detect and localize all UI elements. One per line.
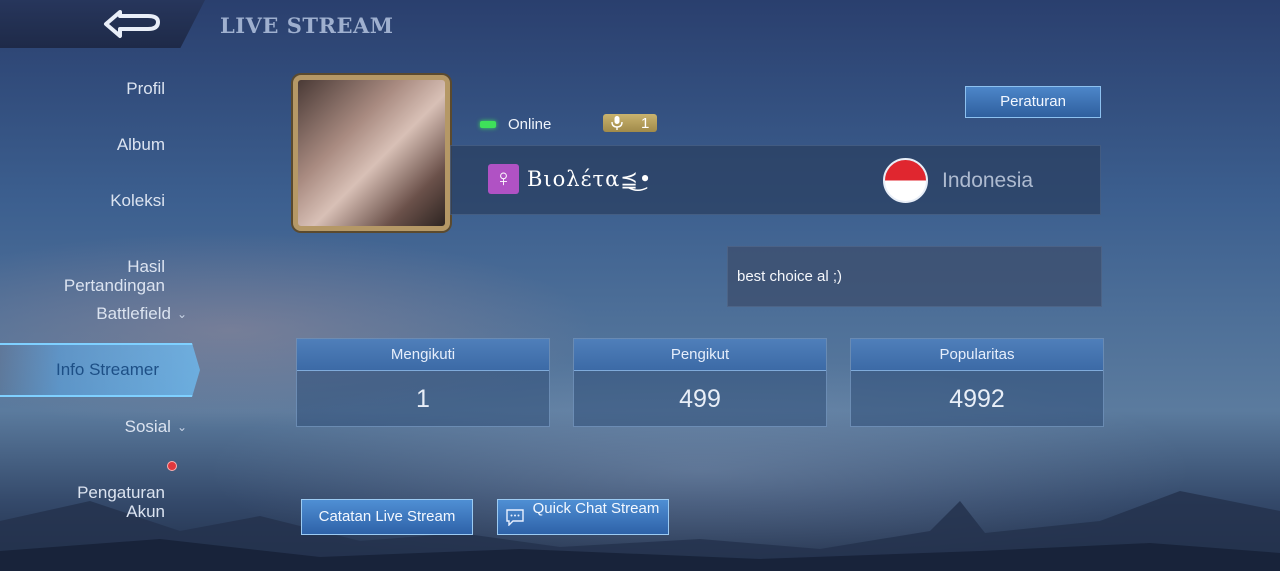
avatar[interactable] [293, 75, 450, 231]
chevron-down-icon: ⌄ [176, 307, 187, 321]
sidebar-item-label: Hasil Pertandingan [63, 257, 165, 295]
sidebar-item-label: Battlefield [96, 304, 171, 323]
sidebar-item-pengaturan-akun[interactable]: Pengaturan Akun [77, 464, 165, 521]
sidebar-item-label: Album [116, 135, 165, 154]
stat-pengikut[interactable]: Pengikut 499 [573, 338, 827, 427]
chevron-down-icon: ⌄ [176, 420, 187, 434]
rules-button[interactable]: Peraturan [965, 86, 1101, 118]
bio-text: best choice al ;) [727, 246, 1102, 307]
online-indicator-icon [480, 120, 496, 128]
microphone-icon [611, 116, 623, 130]
sidebar-item-label: Sosial [124, 417, 171, 436]
stat-value: 4992 [949, 385, 1005, 413]
sidebar-item-label: Koleksi [110, 191, 165, 210]
stat-value: 499 [679, 385, 721, 413]
sidebar-item-album[interactable]: Album [117, 135, 165, 154]
sidebar-item-profil[interactable]: Profil [126, 79, 165, 98]
back-arrow-icon [104, 10, 160, 38]
stat-popularitas[interactable]: Popularitas 4992 [850, 338, 1104, 427]
mic-badge: 1 [603, 114, 657, 132]
quick-chat-label: Quick Chat Stream [532, 500, 660, 517]
stat-value: 1 [416, 385, 430, 413]
stat-label: Mengikuti [297, 339, 549, 371]
quick-chat-stream-button[interactable]: Quick Chat Stream [497, 499, 669, 535]
female-gender-icon: ♀ [488, 164, 519, 194]
live-stream-log-button[interactable]: Catatan Live Stream [301, 499, 473, 535]
sidebar-item-hasil-pertandingan[interactable]: Hasil Pertandingan [64, 238, 165, 295]
stat-label: Popularitas [851, 339, 1103, 371]
sidebar-item-label: Pengaturan Akun [77, 483, 165, 521]
player-name: Βιολέτα⪳͜• [527, 167, 653, 191]
indonesia-flag-icon [883, 158, 928, 203]
back-button[interactable] [100, 4, 170, 44]
sidebar-item-sosial[interactable]: Sosial ⌄ [125, 417, 187, 437]
country-label: Indonesia [942, 169, 1034, 192]
status-label: Online [508, 115, 552, 133]
sidebar-item-label: Profil [126, 79, 165, 98]
mic-count: 1 [641, 114, 650, 132]
chat-bubble-icon [506, 509, 524, 526]
sidebar-item-battlefield[interactable]: Battlefield ⌄ [96, 304, 187, 324]
page-title: LIVE STREAM [220, 13, 394, 38]
online-status: Online [480, 114, 551, 134]
sidebar-item-label-active[interactable]: Info Streamer [56, 360, 159, 380]
sidebar-item-koleksi[interactable]: Koleksi [110, 191, 165, 210]
stat-mengikuti[interactable]: Mengikuti 1 [296, 338, 550, 427]
notification-dot [167, 461, 177, 471]
stat-label: Pengikut [574, 339, 826, 371]
